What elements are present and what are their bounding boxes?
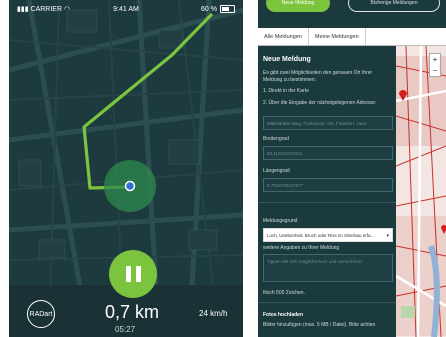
photos-label: Fotos hochladen [263,312,303,318]
zoom-out-button[interactable]: − [433,66,438,75]
more-info-label: weitere Angaben zu Ihrer Meldung [263,245,340,251]
speed-value: 24 km/h [199,309,228,318]
latitude-field[interactable]: 50.112516373111 [263,146,393,160]
address-input[interactable]: Mittelstraße Weg, Fontanestr. Ort, Frank… [263,116,393,130]
option-map: 1. Direkt in der Karte [263,88,309,94]
location-dot-icon [124,180,136,192]
clock: 9:41 AM [113,5,139,13]
distance-value: 0,7 km [105,302,160,322]
dropdown-arrow-icon: ▾ [386,233,389,239]
map-pin-icon[interactable] [398,88,408,102]
previous-reports-button[interactable]: Bisherige Meldungen [348,0,440,12]
report-tabs: Alle Meldungen Meine Meldungen [258,28,446,45]
pause-icon [125,266,131,282]
map-zoom-control: + − [429,53,441,77]
longitude-label: Längengrad [263,168,290,174]
new-report-button[interactable]: Neue Meldung [266,0,330,12]
reason-value: Loch, Unebenheit, Bruch oder Riss im Obe… [267,232,376,238]
tab-all-reports[interactable]: Alle Meldungen [258,28,309,45]
elapsed-time: 05:27 [115,325,136,334]
char-count-hint: Noch 500 Zeichen. [263,290,305,296]
reason-select[interactable]: Loch, Unebenheit, Bruch oder Riss im Obe… [263,228,393,242]
option-address: 2. Über die Eingabe der nächstgelegenen … [263,100,377,106]
tab-my-reports[interactable]: Meine Meldungen [309,28,366,45]
cycling-tracker-screen: ▮▮▮ CARRIER ◠ 9:41 AM 60 % RADart 0,7 km… [9,0,243,337]
latitude-label: Breitengrad [263,136,289,142]
form-intro: Es gibt zwei Möglichkeiten den genauen O… [263,70,373,83]
section-divider-2 [258,302,396,303]
report-form: Neue Meldung Es gibt zwei Möglichkeiten … [258,46,396,337]
photos-hint: Bilder hinzufügen (max. 5 MB / Datei). B… [263,322,376,328]
status-bar: ▮▮▮ CARRIER ◠ 9:41 AM 60 % [9,0,243,18]
section-divider [258,202,396,203]
description-textarea[interactable]: Tippen Sie sich möglichst kurz und sinnv… [263,254,393,282]
form-title: Neue Meldung [263,56,311,63]
reason-label: Meldungsgrund [263,218,298,224]
pause-button[interactable] [109,250,157,298]
map-pin-icon[interactable] [440,223,446,235]
report-screen: Neue Meldung Bisherige Meldungen Alle Me… [258,0,446,337]
longitude-field[interactable]: 8.7016730317077 [263,178,393,192]
radart-button[interactable]: RADart [27,300,55,328]
zoom-in-button[interactable]: + [433,55,438,64]
battery-icon [220,5,235,13]
pause-icon-bar [135,266,141,282]
